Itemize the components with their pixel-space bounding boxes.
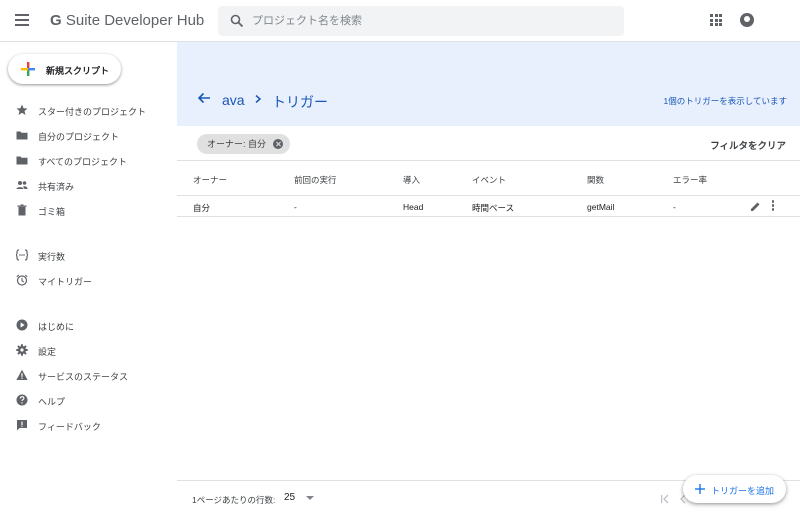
page-title: トリガー [272,94,328,110]
trigger-count-text: 1個のトリガーを表示しています [663,96,787,106]
cell-owner: 自分 [193,203,211,213]
account-icon[interactable] [740,13,754,27]
alarm-icon [16,274,28,286]
app-title: G Suite Developer Hub [50,12,204,29]
sidebar-item-label: ゴミ箱 [38,207,66,217]
page-header: ava トリガー 1個のトリガーを表示しています [177,42,800,126]
table-row[interactable]: 自分 - Head 時間ベース getMail - [177,196,800,217]
new-script-button[interactable]: 新規スクリプト [8,54,121,84]
sidebar-item-starred[interactable]: スター付きのプロジェクト [0,99,177,121]
table-header: オーナー 前回の実行 導入 イベント 関数 エラー率 [177,160,800,196]
sidebar-item-getting-started[interactable]: はじめに [0,314,177,336]
brand-name: Suite Developer Hub [65,12,205,29]
search-icon [230,14,244,28]
sidebar-item-label: 実行数 [38,252,66,262]
remove-filter-icon[interactable] [273,139,284,149]
owner-filter-chip[interactable]: オーナー: 自分 [197,134,291,154]
folder-icon [16,156,28,165]
gear-icon [16,344,28,356]
dropdown-caret-icon[interactable] [306,496,314,500]
executions-icon [16,249,28,261]
help-icon [16,394,28,406]
star-icon [16,104,28,115]
owner-filter-label: オーナー: 自分 [207,139,267,149]
cell-event: 時間ベース [472,203,515,213]
feedback-icon [17,420,27,431]
column-header-deployment[interactable]: 導入 [403,174,420,186]
sidebar-item-my-triggers[interactable]: マイトリガー [0,269,177,291]
clear-filter-button[interactable]: フィルタをクリア [710,138,786,152]
cell-error-rate: - [673,202,676,212]
trash-icon [17,204,27,216]
people-icon [16,181,28,189]
colorful-plus-icon [21,62,35,76]
sidebar-item-label: 共有済み [38,182,75,192]
edit-icon[interactable] [750,201,761,212]
more-vert-icon[interactable] [771,200,775,212]
sidebar-item-label: スター付きのプロジェクト [38,107,147,117]
column-header-error-rate[interactable]: エラー率 [673,174,707,186]
sidebar-item-feedback[interactable]: フィードバック [0,414,177,436]
column-header-last-run[interactable]: 前回の実行 [294,174,337,186]
sidebar-item-label: 設定 [38,347,57,357]
sidebar-item-service-status[interactable]: サービスのステータス [0,364,177,386]
sidebar-item-help[interactable]: ヘルプ [0,389,177,411]
top-app-bar: G Suite Developer Hub [0,0,800,42]
plus-icon [695,484,705,494]
sidebar-item-all-projects[interactable]: すべてのプロジェクト [0,149,177,171]
new-script-label: 新規スクリプト [46,66,110,76]
cell-last-run: - [294,202,297,212]
brand-g: G [50,12,62,29]
sidebar-item-settings[interactable]: 設定 [0,339,177,361]
menu-icon[interactable] [15,14,29,26]
sidebar-item-label: すべてのプロジェクト [38,157,128,167]
add-trigger-label: トリガーを追加 [711,486,775,496]
sidebar-item-label: マイトリガー [38,277,93,287]
triggers-table: オーナー 前回の実行 導入 イベント 関数 エラー率 自分 - Head 時間ベ… [177,160,800,217]
add-trigger-button[interactable]: トリガーを追加 [683,475,786,503]
column-header-event[interactable]: イベント [472,174,506,186]
column-header-function[interactable]: 関数 [587,174,604,186]
folder-icon [16,131,28,140]
chevron-right-icon [255,95,262,103]
sidebar-item-trash[interactable]: ゴミ箱 [0,199,177,221]
sidebar-item-label: 自分のプロジェクト [38,132,120,142]
first-page-icon[interactable] [660,494,670,504]
sidebar-item-label: ヘルプ [38,397,66,407]
column-header-owner[interactable]: オーナー [193,174,227,186]
search-input[interactable] [252,12,612,30]
back-arrow-icon[interactable] [197,91,211,105]
sidebar: 新規スクリプト スター付きのプロジェクト 自分のプロジェクト すべてのプロジェク… [0,42,177,516]
cell-deployment: Head [403,202,424,212]
cell-function: getMail [587,202,615,212]
rows-per-page-select[interactable]: 25 [284,492,295,503]
rows-per-page-label: 1ページあたりの行数: [192,495,276,505]
breadcrumb-project[interactable]: ava [222,92,245,108]
play-icon [16,319,28,331]
sidebar-item-shared[interactable]: 共有済み [0,174,177,196]
search-box[interactable] [218,6,624,36]
apps-grid-icon[interactable] [710,14,722,26]
sidebar-item-my-projects[interactable]: 自分のプロジェクト [0,124,177,146]
warning-icon [16,369,28,380]
sidebar-item-label: フィードバック [38,422,101,432]
sidebar-item-label: サービスのステータス [38,372,129,382]
sidebar-item-label: はじめに [38,322,75,332]
sidebar-item-executions[interactable]: 実行数 [0,244,177,266]
